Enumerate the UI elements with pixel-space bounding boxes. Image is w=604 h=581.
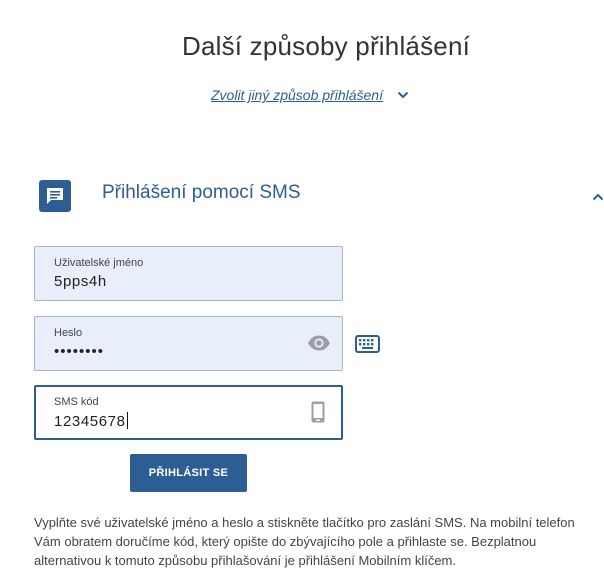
login-button[interactable]: PŘIHLÁSIT SE [130, 454, 247, 492]
username-label: Uživatelské jméno [54, 257, 144, 269]
sms-code-label: SMS kód [54, 396, 99, 408]
text-caret [126, 412, 128, 429]
other-method-toggle[interactable]: Zvolit jiný způsob přihlášení [211, 87, 409, 103]
section-title: Přihlášení pomocí SMS [102, 182, 301, 203]
help-text: Vyplňte své uživatelské jméno a heslo a … [34, 515, 575, 568]
password-field[interactable]: Heslo •••••••• [34, 316, 343, 371]
password-value[interactable]: •••••••• [54, 343, 104, 360]
chevron-up-icon[interactable] [592, 188, 604, 206]
eye-icon[interactable] [307, 334, 331, 357]
sms-login-section-header[interactable]: Přihlášení pomocí SMS [39, 178, 604, 212]
sms-code-field[interactable]: SMS kód 12345678 [34, 385, 343, 440]
username-value[interactable]: 5pps4h [54, 273, 107, 290]
sms-message-icon [39, 180, 71, 212]
password-label: Heslo [54, 327, 83, 339]
chevron-down-icon[interactable] [397, 91, 409, 99]
other-method-link[interactable]: Zvolit jiný způsob přihlášení [211, 87, 383, 103]
page-title: Další způsoby přihlášení [181, 31, 471, 61]
keyboard-icon[interactable] [355, 335, 380, 358]
username-field[interactable]: Uživatelské jméno 5pps4h [34, 246, 343, 301]
smartphone-icon [311, 401, 325, 428]
sms-code-value[interactable]: 12345678 [54, 412, 128, 430]
